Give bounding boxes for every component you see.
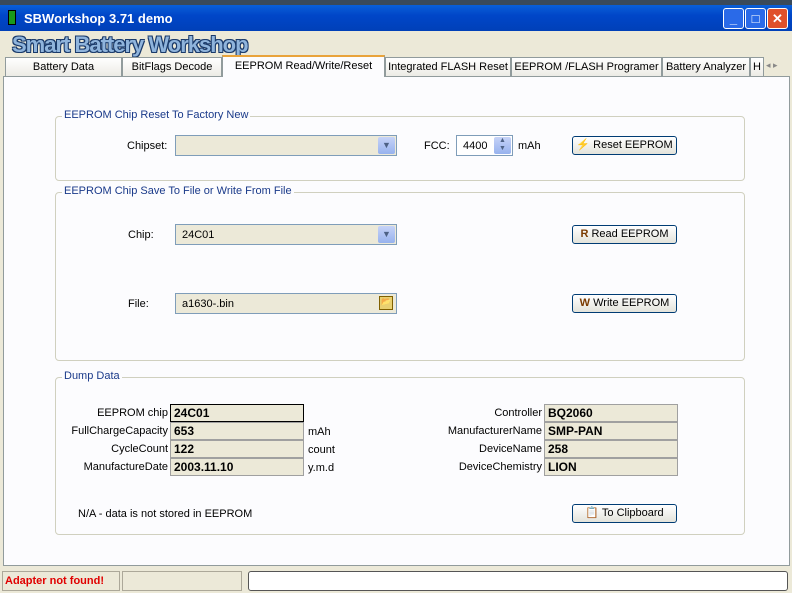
read-eeprom-label: Read EEPROM bbox=[591, 228, 669, 240]
read-icon: R bbox=[580, 228, 589, 240]
tab-integrated-flash-reset[interactable]: Integrated FLASH Reset bbox=[385, 57, 511, 76]
dump-value: 653 bbox=[170, 422, 304, 440]
status-bar: Adapter not found! bbox=[0, 569, 792, 593]
tab-bitflags-decode[interactable]: BitFlags Decode bbox=[122, 57, 222, 76]
reset-group: EEPROM Chip Reset To Factory New Chipset… bbox=[55, 109, 745, 181]
minimize-button[interactable]: _ bbox=[723, 8, 744, 29]
close-button[interactable]: ✕ bbox=[767, 8, 788, 29]
file-label: File: bbox=[128, 298, 149, 310]
clipboard-icon: 📋 bbox=[585, 507, 600, 519]
write-icon: W bbox=[579, 297, 591, 309]
chevron-down-icon[interactable]: ▼ bbox=[378, 226, 395, 243]
na-note: N/A - data is not stored in EEPROM bbox=[78, 508, 253, 520]
chipset-label: Chipset: bbox=[127, 140, 168, 152]
reset-group-title: EEPROM Chip Reset To Factory New bbox=[62, 109, 251, 121]
tab-scroll-arrows[interactable]: ◂ ▸ bbox=[766, 60, 790, 75]
dump-unit: count bbox=[308, 444, 335, 456]
chip-value: 24C01 bbox=[182, 229, 215, 241]
maximize-button[interactable]: □ bbox=[745, 8, 766, 29]
fcc-value: 4400 bbox=[463, 140, 488, 152]
dump-label: FullChargeCapacity bbox=[71, 425, 168, 437]
dump-group-title: Dump Data bbox=[62, 370, 122, 382]
app-logo: Smart Battery Workshop bbox=[12, 32, 249, 57]
to-clipboard-label: To Clipboard bbox=[601, 507, 664, 519]
status-panel bbox=[122, 571, 242, 591]
chip-select[interactable]: 24C01 ▼ bbox=[175, 224, 397, 245]
spin-icon[interactable]: ▲ ▼ bbox=[494, 137, 511, 154]
tab-battery-data[interactable]: Battery Data bbox=[5, 57, 122, 76]
write-eeprom-button[interactable]: W Write EEPROM bbox=[572, 294, 677, 313]
status-message: Adapter not found! bbox=[2, 571, 120, 591]
file-group-title: EEPROM Chip Save To File or Write From F… bbox=[62, 185, 294, 197]
file-input[interactable]: a1630-.bin 📂 bbox=[175, 293, 397, 314]
tab-eeprom-flash-programer[interactable]: EEPROM /FLASH Programer bbox=[511, 57, 662, 76]
fcc-stepper[interactable]: 4400 ▲ ▼ bbox=[456, 135, 513, 156]
dump-value: 2003.11.10 bbox=[170, 458, 304, 476]
dump-unit: y.m.d bbox=[308, 462, 335, 474]
window-title: SBWorkshop 3.71 demo bbox=[24, 11, 173, 26]
dump-group: Dump Data EEPROM chip 24C01 FullChargeCa… bbox=[55, 370, 745, 535]
dump-label: ManufacturerName bbox=[447, 425, 542, 437]
dump-label: EEPROM chip bbox=[97, 407, 168, 419]
file-value: a1630-.bin bbox=[182, 298, 234, 310]
dump-label: CycleCount bbox=[111, 443, 168, 455]
folder-icon[interactable]: 📂 bbox=[379, 296, 393, 310]
dump-value: BQ2060 bbox=[544, 404, 678, 422]
reset-eeprom-label: Reset EEPROM bbox=[593, 139, 673, 151]
chipset-select[interactable]: ▼ bbox=[175, 135, 397, 156]
battery-icon bbox=[8, 10, 16, 25]
lightning-icon: ⚡ bbox=[576, 139, 591, 151]
dump-label: DeviceChemistry bbox=[458, 461, 542, 473]
file-group: EEPROM Chip Save To File or Write From F… bbox=[55, 185, 745, 361]
tab-h[interactable]: H bbox=[750, 57, 764, 76]
write-eeprom-label: Write EEPROM bbox=[593, 297, 670, 309]
dump-label: ManufactureDate bbox=[83, 461, 168, 473]
title-bar: SBWorkshop 3.71 demo _ □ ✕ bbox=[0, 5, 792, 31]
dump-value: LION bbox=[544, 458, 678, 476]
dump-value: SMP-PAN bbox=[544, 422, 678, 440]
dump-unit: mAh bbox=[308, 426, 331, 438]
tab-panel: EEPROM Chip Reset To Factory New Chipset… bbox=[3, 76, 790, 566]
fcc-unit: mAh bbox=[518, 140, 541, 152]
chip-label: Chip: bbox=[128, 229, 154, 241]
chevron-down-icon[interactable]: ▼ bbox=[378, 137, 395, 154]
dump-value: 24C01 bbox=[170, 404, 304, 422]
dump-label: Controller bbox=[494, 407, 542, 419]
fcc-label: FCC: bbox=[424, 140, 450, 152]
progress-bar bbox=[248, 571, 788, 591]
dump-value: 122 bbox=[170, 440, 304, 458]
reset-eeprom-button[interactable]: ⚡ Reset EEPROM bbox=[572, 136, 677, 155]
tab-eeprom[interactable]: EEPROM Read/Write/Reset bbox=[222, 55, 385, 77]
read-eeprom-button[interactable]: R Read EEPROM bbox=[572, 225, 677, 244]
tab-battery-analyzer[interactable]: Battery Analyzer bbox=[662, 57, 750, 76]
to-clipboard-button[interactable]: 📋 To Clipboard bbox=[572, 504, 677, 523]
dump-label: DeviceName bbox=[479, 443, 542, 455]
dump-value: 258 bbox=[544, 440, 678, 458]
